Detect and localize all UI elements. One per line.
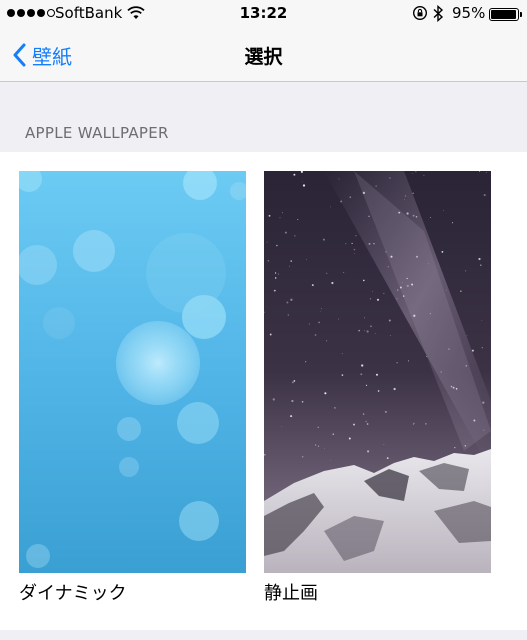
page-title: 選択 <box>244 46 283 68</box>
orientation-lock-icon <box>412 5 428 25</box>
battery-icon <box>489 8 522 21</box>
section-header: APPLE WALLPAPER <box>25 124 169 142</box>
still-wallpaper-thumbnail <box>264 171 491 573</box>
navigation-bar: 壁紙 選択 <box>0 28 527 82</box>
wallpaper-label-still: 静止画 <box>264 583 318 604</box>
wallpaper-panel: ダイナミック 静止画 <box>0 152 527 630</box>
wallpaper-label-dynamic: ダイナミック <box>19 583 127 604</box>
dynamic-wallpaper-thumbnail <box>19 171 246 573</box>
battery-percent: 95% <box>452 4 486 22</box>
status-bar: SoftBank 13:22 95% <box>0 0 527 28</box>
wallpaper-dynamic[interactable]: ダイナミック <box>19 171 246 604</box>
bluetooth-icon <box>433 4 444 26</box>
wallpaper-still[interactable]: 静止画 <box>264 171 491 604</box>
status-time: 13:22 <box>239 4 288 22</box>
